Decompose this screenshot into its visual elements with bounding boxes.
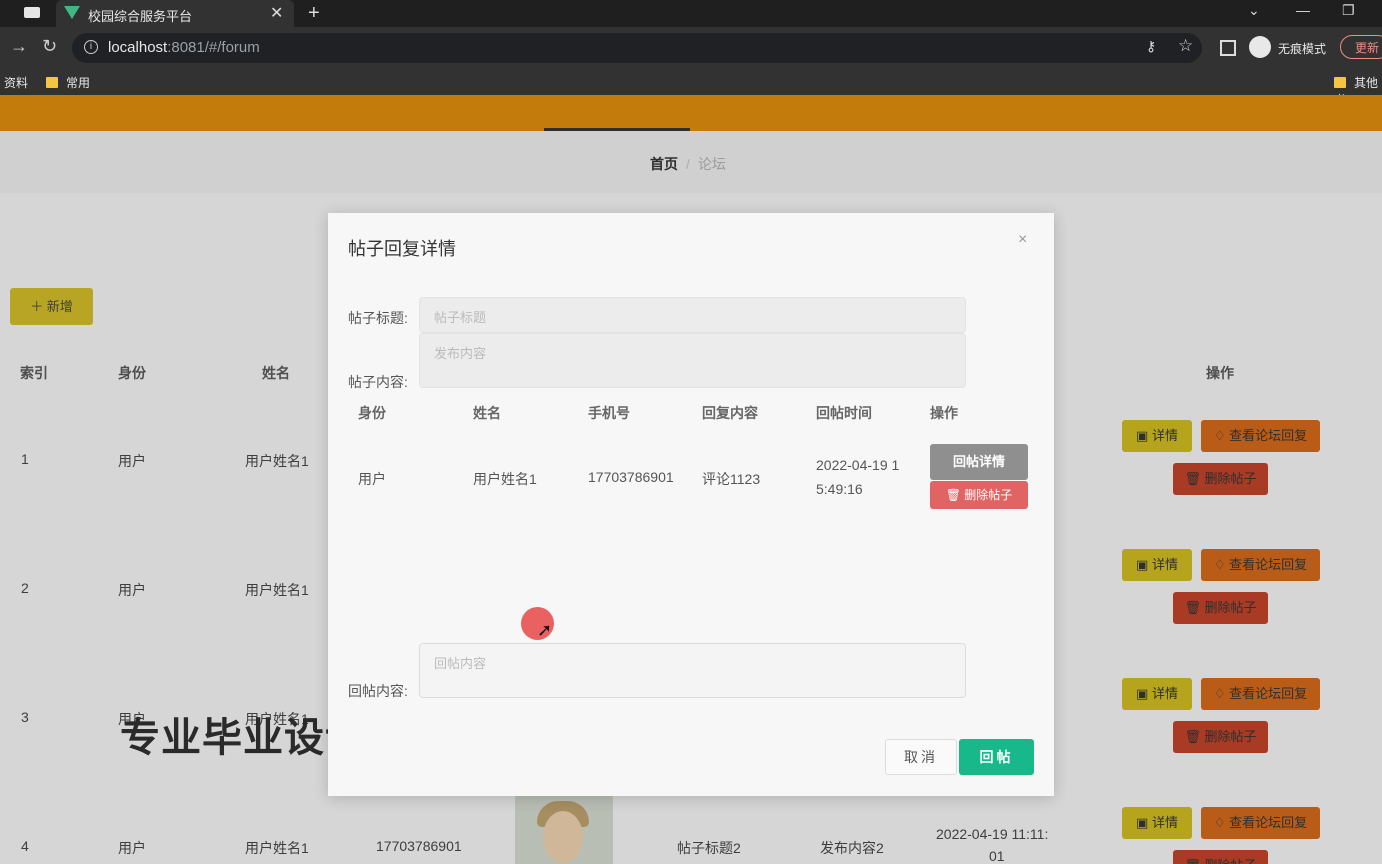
incognito-icon — [1249, 36, 1271, 58]
reply-time-cont: 5:49:16 — [816, 481, 863, 497]
password-key-icon[interactable]: ⚷ — [1146, 38, 1156, 55]
dialog-title: 帖子回复详情 — [348, 239, 456, 259]
reply-col-identity: 身份 — [358, 405, 386, 421]
reply-col-content: 回复内容 — [702, 405, 758, 421]
post-content-textarea[interactable]: 发布内容 — [419, 333, 966, 388]
reply-content-textarea[interactable]: 回帖内容 — [419, 643, 966, 698]
reply-col-phone: 手机号 — [588, 405, 630, 421]
folder-icon — [1334, 77, 1346, 88]
tab-close-icon[interactable]: ✕ — [270, 3, 283, 23]
tab-actions-icon[interactable] — [24, 7, 40, 18]
reply-content-label: 回帖内容: — [348, 683, 408, 699]
bookmark-item[interactable]: 资料 — [4, 74, 28, 91]
reply-identity: 用户 — [358, 471, 386, 487]
vue-logo-icon — [64, 6, 80, 19]
browser-tab[interactable]: 校园综合服务平台 ✕ — [56, 0, 294, 27]
reply-button[interactable]: 回帖 — [959, 739, 1034, 775]
delete-post-button[interactable]: 🗑 删除帖子 — [930, 481, 1028, 509]
browser-tabstrip: 校园综合服务平台 ✕ + ⌄ — ❐ — [0, 0, 1382, 27]
bookmark-folder[interactable]: 常用 — [46, 74, 90, 91]
forward-icon[interactable]: → — [10, 36, 28, 57]
bookmark-star-icon[interactable]: ☆ — [1178, 36, 1193, 56]
reply-content: 评论1123 — [702, 471, 761, 487]
update-button[interactable]: 更新 — [1340, 35, 1382, 59]
close-icon[interactable]: × — [1018, 231, 1027, 249]
tab-search-icon[interactable]: ⌄ — [1248, 2, 1260, 19]
folder-icon — [46, 77, 58, 88]
restore-icon[interactable]: ❐ — [1342, 2, 1355, 19]
reply-col-name: 姓名 — [473, 405, 501, 421]
reply-details-dialog: 帖子回复详情 × 帖子标题: 帖子标题 帖子内容: 发布内容 身份 姓名 手机号… — [328, 213, 1054, 796]
mouse-cursor-icon: ➚ — [537, 620, 553, 640]
reply-detail-button[interactable]: 回帖详情 — [930, 444, 1028, 480]
url-text: localhost:8081/#/forum — [108, 39, 260, 56]
new-tab-icon[interactable]: + — [308, 2, 320, 25]
reply-time: 2022-04-19 1 — [816, 457, 900, 473]
reply-col-time: 回帖时间 — [816, 405, 872, 421]
post-title-label: 帖子标题: — [348, 310, 408, 326]
address-bar[interactable]: i localhost:8081/#/forum ⚷ ☆ — [72, 33, 1202, 63]
bookmarks-bar: 资料 常用 其他书 — [0, 69, 1382, 107]
reply-name: 用户姓名1 — [473, 471, 537, 487]
reply-phone: 17703786901 — [588, 469, 674, 485]
site-info-icon[interactable]: i — [84, 40, 98, 54]
incognito-label: 无痕模式 — [1278, 42, 1327, 56]
post-content-label: 帖子内容: — [348, 374, 408, 390]
browser-toolbar: → ↻ i localhost:8081/#/forum ⚷ ☆ 无痕模式 更新 — [0, 27, 1382, 69]
cancel-button[interactable]: 取消 — [885, 739, 957, 775]
minimize-icon[interactable]: — — [1296, 2, 1310, 18]
reload-icon[interactable]: ↻ — [42, 36, 57, 57]
side-panel-icon[interactable] — [1220, 40, 1236, 56]
reply-col-actions: 操作 — [930, 405, 958, 421]
post-title-input[interactable]: 帖子标题 — [419, 297, 966, 333]
tab-title: 校园综合服务平台 — [88, 9, 193, 24]
